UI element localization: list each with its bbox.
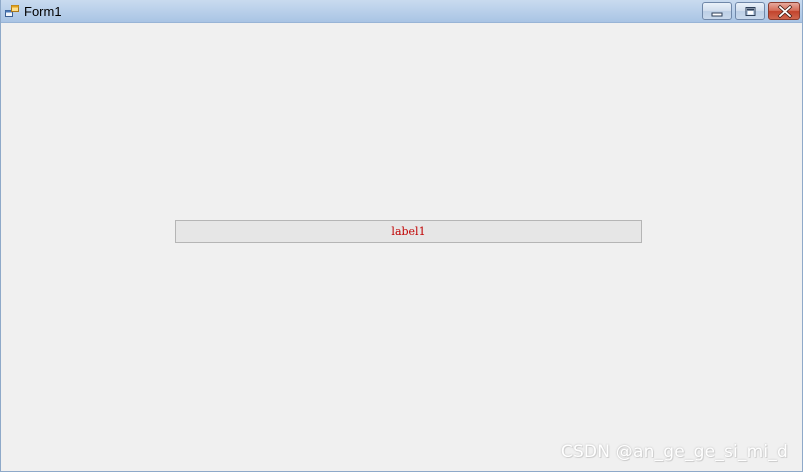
maximize-icon [745, 7, 756, 16]
form-window: Form1 label1 CSDN @an_ge_ge_si_mi_d [0, 0, 803, 472]
minimize-button[interactable] [702, 2, 732, 20]
caption-buttons [702, 2, 800, 20]
form-client-area: label1 [1, 24, 802, 471]
close-button[interactable] [768, 2, 800, 20]
minimize-icon [711, 12, 723, 17]
label1: label1 [175, 220, 642, 243]
window-title: Form1 [24, 4, 62, 19]
close-icon [777, 4, 793, 19]
csdn-watermark: CSDN @an_ge_ge_si_mi_d [560, 442, 788, 462]
maximize-button[interactable] [735, 2, 765, 20]
app-form-icon[interactable] [5, 5, 19, 18]
title-bar[interactable]: Form1 [1, 0, 802, 23]
